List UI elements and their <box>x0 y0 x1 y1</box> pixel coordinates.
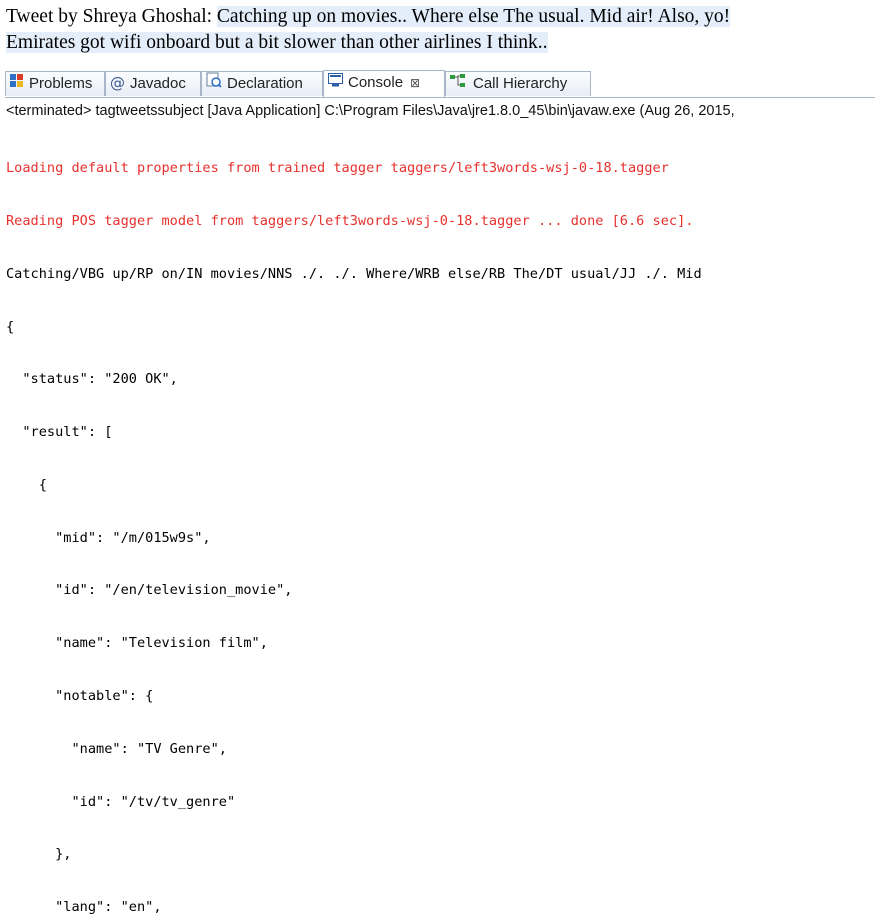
view-tab-bar: Problems @ Javadoc Declaration Console ⊠… <box>5 67 875 98</box>
eclipse-console-view: Problems @ Javadoc Declaration Console ⊠… <box>0 67 881 915</box>
console-icon <box>328 71 343 94</box>
tweet-line-1: Tweet by Shreya Ghoshal: Catching up on … <box>6 4 876 30</box>
call-hierarchy-icon <box>450 72 468 95</box>
console-output-line: "status": "200 OK", <box>6 371 178 388</box>
tab-console-label: Console <box>348 74 404 91</box>
tab-problems[interactable]: Problems <box>5 71 105 96</box>
tab-console[interactable]: Console ⊠ <box>323 70 445 97</box>
process-status-label: <terminated> tagtweetssubject [Java Appl… <box>6 103 735 119</box>
console-output-line: { <box>6 476 47 493</box>
console-output-line: "notable": { <box>6 688 154 704</box>
tweet-body-line-1: Catching up on movies.. Where else The u… <box>216 6 731 27</box>
close-icon[interactable]: ⊠ <box>410 76 420 90</box>
console-output[interactable]: Loading default properties from trained … <box>6 125 876 916</box>
console-output-line: "result": [ <box>6 424 113 441</box>
console-output-line: }, <box>6 846 72 863</box>
tweet-body-line-2: Emirates got wifi onboard but a bit slow… <box>6 32 548 53</box>
console-output-line: "id": "/en/television_movie", <box>6 582 293 599</box>
tab-problems-label: Problems <box>29 75 93 92</box>
tab-declaration-label: Declaration <box>227 75 303 92</box>
console-output-line: "name": "Television film", <box>6 635 268 652</box>
tweet-line-2: Emirates got wifi onboard but a bit slow… <box>6 30 876 56</box>
console-error-line: Loading default properties from trained … <box>6 160 669 177</box>
console-output-line: { <box>6 318 15 335</box>
tab-declaration[interactable]: Declaration <box>201 71 323 96</box>
console-output-line: "mid": "/m/015w9s", <box>6 529 211 546</box>
tweet-text: Tweet by Shreya Ghoshal: Catching up on … <box>6 4 876 56</box>
tab-call-hierarchy-label: Call Hierarchy <box>473 75 568 92</box>
console-error-line: Reading POS tagger model from taggers/le… <box>6 212 694 229</box>
console-output-line: "lang": "en", <box>6 899 162 916</box>
tab-call-hierarchy[interactable]: Call Hierarchy <box>445 71 591 96</box>
javadoc-icon: @ <box>110 73 125 92</box>
console-output-line: "id": "/tv/tv_genre" <box>6 793 236 810</box>
console-output-line: "name": "TV Genre", <box>6 740 227 757</box>
tab-javadoc-label: Javadoc <box>130 75 186 92</box>
tweet-author: Tweet by Shreya Ghoshal: <box>6 6 213 27</box>
console-output-line: Catching/VBG up/RP on/IN movies/NNS ./. … <box>6 265 702 282</box>
tab-javadoc[interactable]: @ Javadoc <box>105 71 201 96</box>
declaration-icon <box>206 72 222 95</box>
problems-icon <box>10 72 24 95</box>
